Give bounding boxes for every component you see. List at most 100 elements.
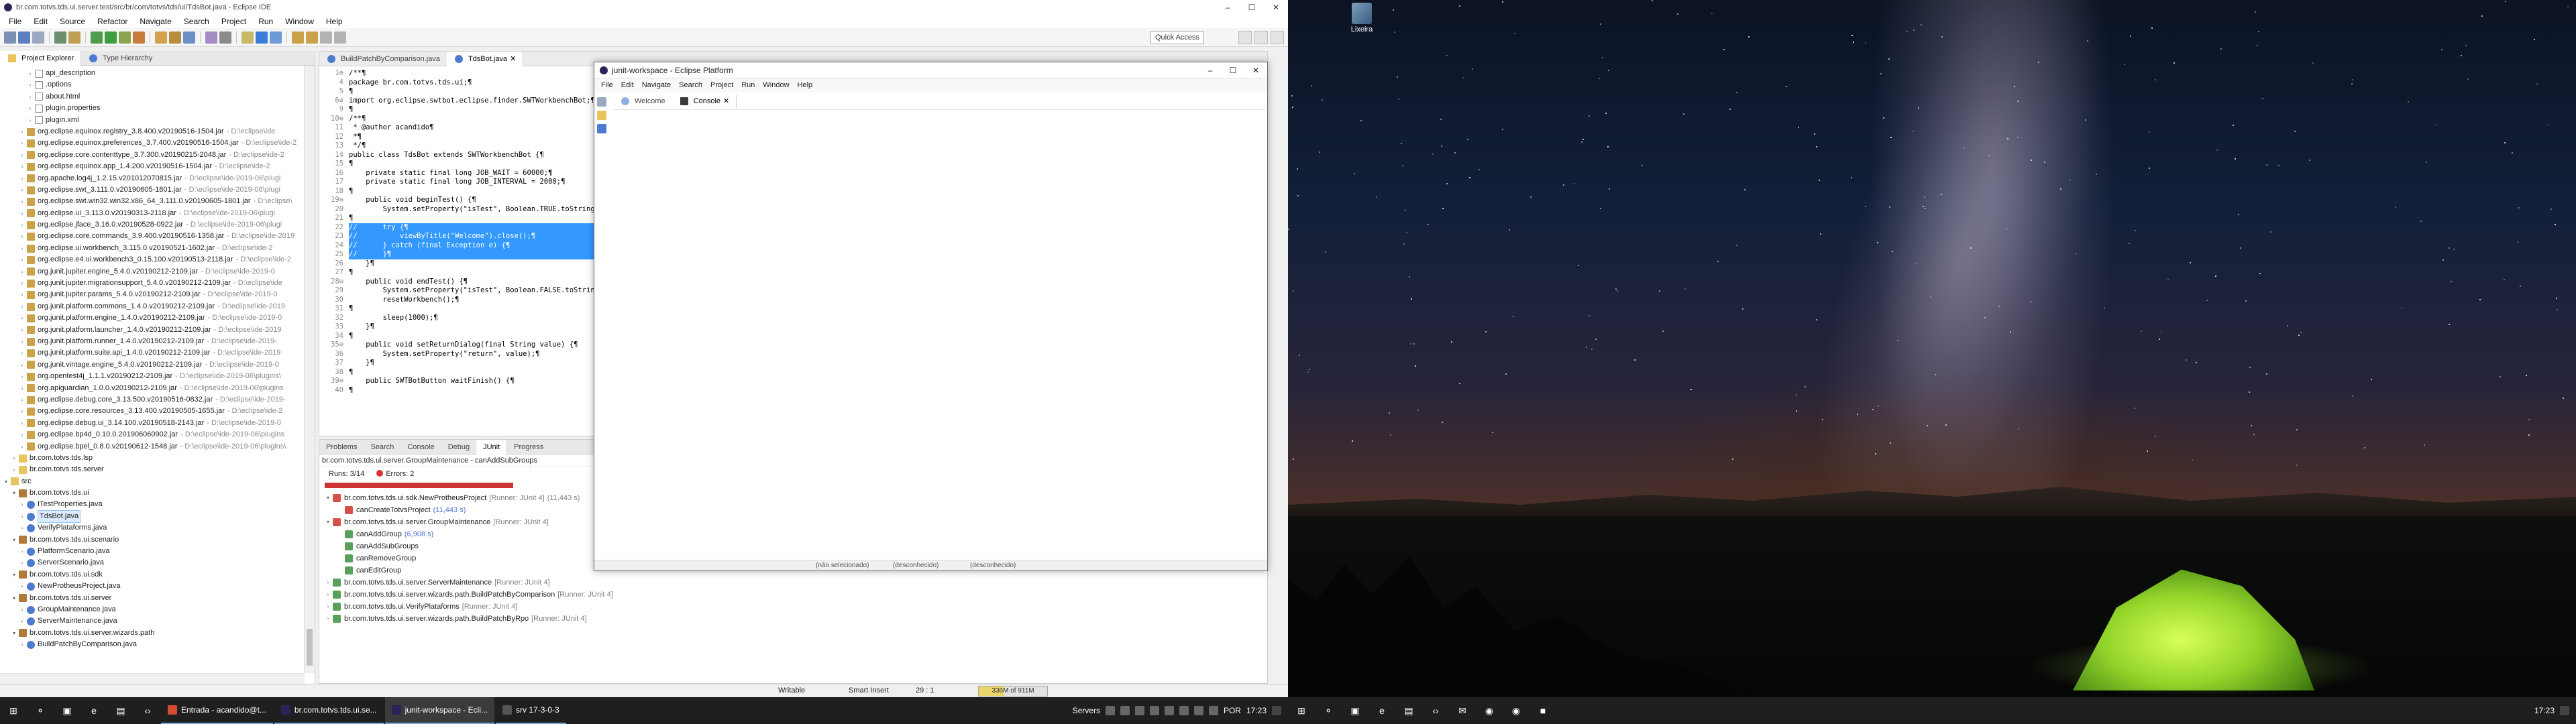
menu-help[interactable]: Help [320, 17, 349, 26]
java-perspective-icon[interactable] [1254, 31, 1268, 44]
tree-row[interactable]: › ServerScenario.java [0, 557, 315, 568]
tray-icon-6[interactable] [1179, 706, 1189, 715]
expand-icon[interactable]: › [19, 383, 25, 394]
taskbar-item[interactable]: Entrada - acandido@t... [161, 697, 273, 724]
expand-icon[interactable]: › [19, 336, 25, 347]
forward-icon[interactable] [334, 31, 346, 44]
tab-type-hierarchy[interactable]: Type Hierarchy [81, 51, 159, 66]
expand-icon[interactable]: › [19, 254, 25, 265]
scroll-thumb[interactable] [307, 629, 313, 666]
collapse-icon[interactable]: ▾ [3, 476, 9, 487]
previous-annotation-icon[interactable] [306, 31, 318, 44]
back-icon[interactable] [320, 31, 332, 44]
close-tab-icon[interactable]: ✕ [723, 95, 729, 108]
tree-row[interactable]: › ServerMaintenance.java [0, 615, 315, 627]
menu-search[interactable]: Search [675, 81, 706, 89]
expand-icon[interactable]: › [19, 615, 25, 627]
build-icon[interactable] [68, 31, 80, 44]
tree-row[interactable]: › plugin.properties [0, 103, 315, 114]
expand-icon[interactable]: › [19, 511, 25, 522]
vscode-icon[interactable]: ‹› [134, 697, 161, 724]
tree-row[interactable]: › org.junit.platform.launcher_1.4.0.v2019… [0, 324, 315, 336]
collapse-icon[interactable]: ▾ [11, 569, 17, 581]
expand-icon[interactable]: › [19, 406, 25, 417]
menu-window[interactable]: Window [759, 81, 793, 89]
tree-row[interactable]: › org.eclipse.equinox.app_1.4.200.v201905… [0, 161, 315, 172]
task-view-icon[interactable]: ▣ [54, 697, 80, 724]
external-tools-icon[interactable] [133, 31, 145, 44]
expand-icon[interactable]: › [19, 208, 25, 219]
tray-icon-4[interactable] [1149, 706, 1159, 715]
expand-icon[interactable]: › [11, 452, 17, 464]
tree-row[interactable]: › BuildPatchByComparison.java [0, 639, 315, 650]
expand-icon[interactable]: › [19, 301, 25, 312]
taskbar-item[interactable]: junit-workspace - Ecli... [384, 697, 495, 724]
task-view-icon[interactable]: ▣ [1342, 697, 1368, 724]
tree-row[interactable]: › org.eclipse.e4.ui.workbench3_0.15.100.v… [0, 254, 315, 265]
side-icon-2[interactable] [597, 111, 606, 120]
tree-row[interactable]: › org.opentest4j_1.1.1.v20190212-2109.jar… [0, 371, 315, 382]
expand-icon[interactable]: › [19, 161, 25, 172]
tree-row[interactable]: › org.junit.platform.engine_1.4.0.v201902… [0, 312, 315, 324]
explorer-tree[interactable]: › api_description › .options › about.html › plu… [0, 66, 315, 669]
expand-icon[interactable]: › [19, 418, 25, 429]
expand-icon[interactable]: › [19, 581, 25, 592]
menu-edit[interactable]: Edit [617, 81, 638, 89]
close-tab-icon[interactable]: ✕ [510, 52, 516, 66]
tray-icon-3[interactable] [1134, 706, 1144, 715]
tree-row[interactable]: › org.junit.jupiter.params_5.4.0.v2019021… [0, 289, 315, 300]
expand-icon[interactable]: › [19, 173, 25, 184]
expand-icon[interactable]: › [19, 441, 25, 452]
tree-row[interactable]: › org.eclipse.ui_3.113.0.v20190313-2118.j… [0, 208, 315, 219]
tree-row[interactable]: › about.html [0, 91, 315, 103]
tree-row[interactable]: › org.eclipse.core.contenttype_3.7.300.v2… [0, 149, 315, 161]
tree-row[interactable]: › org.eclipse.core.resources_3.13.400.v20… [0, 406, 315, 417]
tray-servers[interactable]: Servers [1073, 706, 1100, 715]
menu-file[interactable]: File [597, 81, 617, 89]
tree-row[interactable]: › org.eclipse.swt_3.111.0.v20190605-1801.… [0, 184, 315, 196]
junit-test-row[interactable]: › br.com.totvs.tds.ui.server.wizards.path… [319, 589, 1267, 601]
tree-row[interactable]: ▾ br.com.totvs.tds.ui.sdk [0, 569, 315, 581]
menu-navigate[interactable]: Navigate [133, 17, 177, 26]
menu-source[interactable]: Source [54, 17, 91, 26]
expand-icon[interactable]: › [19, 522, 25, 534]
new-class-icon[interactable] [183, 31, 195, 44]
menu-project[interactable]: Project [706, 81, 737, 89]
file-explorer-icon[interactable]: ▤ [107, 697, 134, 724]
quick-access-field[interactable]: Quick Access [1150, 31, 1205, 44]
expand-icon[interactable]: › [19, 149, 25, 161]
expand-icon[interactable]: › [27, 115, 34, 126]
tree-row[interactable]: › NewProtheusProject.java [0, 581, 315, 592]
expand-icon[interactable]: › [19, 219, 25, 231]
run-icon[interactable] [105, 31, 117, 44]
expand-icon[interactable]: › [19, 499, 25, 510]
tree-row[interactable]: › .options [0, 79, 315, 90]
tab-debug[interactable]: Debug [441, 440, 476, 455]
expand-icon[interactable]: › [19, 266, 25, 278]
search-icon[interactable]: ⚬ [27, 697, 54, 724]
tree-row[interactable]: › br.com.totvs.tds.lsp [0, 452, 315, 464]
eclipse-icon[interactable]: ◉ [1476, 697, 1503, 724]
tree-row[interactable]: › br.com.totvs.tds.server [0, 464, 315, 475]
search-icon[interactable] [219, 31, 231, 44]
tree-row[interactable]: › org.junit.platform.suite.api_1.4.0.v201… [0, 347, 315, 359]
menu-refactor[interactable]: Refactor [91, 17, 133, 26]
expand-icon[interactable]: › [27, 103, 34, 114]
windows-start-icon[interactable]: ⊞ [1288, 697, 1315, 724]
expand-icon[interactable]: › [323, 601, 333, 613]
taskbar-item[interactable]: srv 17-3-0-3 [496, 697, 566, 724]
expand-icon[interactable]: › [323, 613, 333, 625]
menu-edit[interactable]: Edit [28, 17, 54, 26]
tree-row[interactable]: › org.junit.vintage.engine_5.4.0.v2019021… [0, 359, 315, 371]
expand-icon[interactable]: › [19, 184, 25, 196]
maximize-button[interactable]: ☐ [1240, 0, 1264, 15]
expand-icon[interactable]: › [27, 68, 34, 79]
menu-window[interactable]: Window [279, 17, 320, 26]
minimize-button[interactable]: – [1216, 0, 1240, 15]
vscode-icon[interactable]: ‹› [1422, 697, 1449, 724]
tree-row[interactable]: ▾ src [0, 476, 315, 487]
open-perspective-icon[interactable] [1238, 31, 1252, 44]
next-annotation-icon[interactable] [292, 31, 304, 44]
tree-row[interactable]: › org.junit.platform.runner_1.4.0.v201902… [0, 336, 315, 347]
console-area[interactable] [613, 109, 1265, 558]
